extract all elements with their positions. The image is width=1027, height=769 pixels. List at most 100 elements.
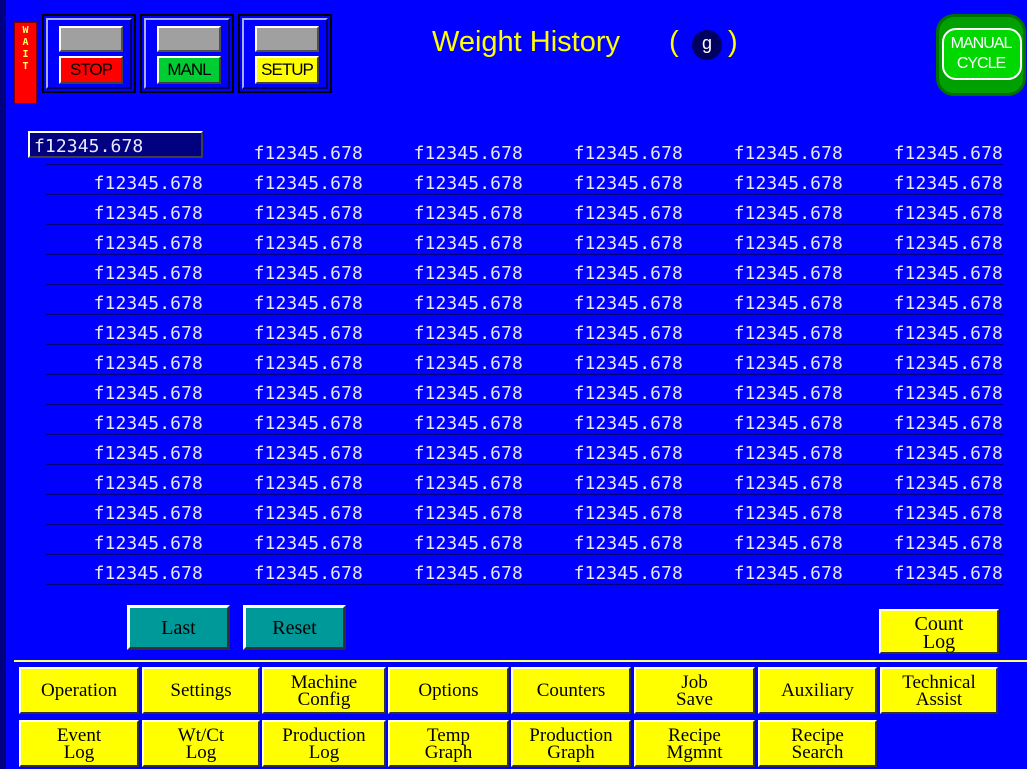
weight-cell[interactable]: f12345.678	[843, 255, 1003, 285]
weight-cell[interactable]: f12345.678	[683, 225, 843, 255]
nav-auxiliary-button[interactable]: Auxiliary	[758, 667, 877, 714]
weight-cell[interactable]: f12345.678	[683, 345, 843, 375]
weight-cell[interactable]: f12345.678	[203, 315, 363, 345]
weight-cell[interactable]: f12345.678	[683, 465, 843, 495]
weight-cell[interactable]: f12345.678	[203, 435, 363, 465]
weight-cell[interactable]: f12345.678	[363, 315, 523, 345]
weight-cell[interactable]: f12345.678	[683, 405, 843, 435]
nav-settings-button[interactable]: Settings	[142, 667, 260, 714]
weight-cell[interactable]: f12345.678	[363, 435, 523, 465]
weight-cell[interactable]: f12345.678	[203, 375, 363, 405]
weight-cell[interactable]: f12345.678	[683, 165, 843, 195]
manual-button[interactable]: MANL	[140, 14, 234, 93]
weight-cell[interactable]: f12345.678	[523, 375, 683, 405]
weight-cell[interactable]: f12345.678	[363, 225, 523, 255]
weight-cell[interactable]: f12345.678	[203, 285, 363, 315]
weight-cell[interactable]: f12345.678	[203, 525, 363, 555]
reset-button[interactable]: Reset	[243, 605, 346, 650]
weight-cell[interactable]: f12345.678	[843, 405, 1003, 435]
weight-cell[interactable]: f12345.678	[843, 165, 1003, 195]
nav-recipe-mgmnt-button[interactable]: Recipe Mgmnt	[634, 720, 755, 767]
nav-production-graph-button[interactable]: Production Graph	[511, 720, 631, 767]
weight-cell[interactable]: f12345.678	[843, 375, 1003, 405]
weight-cell[interactable]: f12345.678	[363, 255, 523, 285]
weight-cell[interactable]: f12345.678	[203, 555, 363, 585]
weight-cell[interactable]: f12345.678	[363, 195, 523, 225]
weight-cell[interactable]: f12345.678	[683, 315, 843, 345]
weight-cell[interactable]: f12345.678	[203, 165, 363, 195]
weight-cell[interactable]: f12345.678	[523, 225, 683, 255]
weight-cell[interactable]: f12345.678	[203, 345, 363, 375]
weight-cell[interactable]: f12345.678	[46, 555, 203, 585]
weight-cell[interactable]: f12345.678	[363, 165, 523, 195]
weight-cell[interactable]: f12345.678	[843, 555, 1003, 585]
weight-cell[interactable]: f12345.678	[363, 495, 523, 525]
weight-cell[interactable]: f12345.678	[46, 435, 203, 465]
weight-cell[interactable]: f12345.678	[523, 345, 683, 375]
weight-cell[interactable]: f12345.678	[523, 255, 683, 285]
weight-cell[interactable]: f12345.678	[523, 525, 683, 555]
weight-cell[interactable]: f12345.678	[523, 165, 683, 195]
weight-cell[interactable]: f12345.678	[363, 525, 523, 555]
weight-cell[interactable]: f12345.678	[683, 435, 843, 465]
weight-cell[interactable]: f12345.678	[46, 465, 203, 495]
weight-cell[interactable]: f12345.678	[363, 135, 523, 165]
weight-cell[interactable]: f12345.678	[843, 135, 1003, 165]
weight-cell[interactable]: f12345.678	[523, 465, 683, 495]
weight-cell[interactable]: f12345.678	[843, 225, 1003, 255]
last-button[interactable]: Last	[127, 605, 230, 650]
nav-production-log-button[interactable]: Production Log	[262, 720, 386, 767]
weight-cell[interactable]: f12345.678	[46, 255, 203, 285]
weight-cell[interactable]: f12345.678	[46, 285, 203, 315]
weight-cell[interactable]: f12345.678	[203, 495, 363, 525]
weight-cell[interactable]: f12345.678	[203, 195, 363, 225]
nav-job-save-button[interactable]: Job Save	[634, 667, 755, 714]
weight-cell[interactable]: f12345.678	[363, 465, 523, 495]
weight-cell[interactable]: f12345.678	[843, 495, 1003, 525]
stop-button[interactable]: STOP	[42, 14, 136, 93]
weight-cell[interactable]: f12345.678	[203, 135, 363, 165]
unit-indicator[interactable]: g	[692, 30, 722, 60]
weight-cell[interactable]: f12345.678	[523, 555, 683, 585]
weight-cell[interactable]: f12345.678	[523, 435, 683, 465]
weight-cell[interactable]: f12345.678	[523, 285, 683, 315]
nav-wt-ct-log-button[interactable]: Wt/Ct Log	[142, 720, 260, 767]
weight-cell[interactable]: f12345.678	[523, 405, 683, 435]
weight-cell[interactable]: f12345.678	[363, 555, 523, 585]
nav-counters-button[interactable]: Counters	[511, 667, 631, 714]
weight-cell[interactable]: f12345.678	[843, 435, 1003, 465]
weight-cell[interactable]: f12345.678	[843, 315, 1003, 345]
weight-cell[interactable]: f12345.678	[46, 495, 203, 525]
weight-cell[interactable]: f12345.678	[363, 285, 523, 315]
weight-cell[interactable]: f12345.678	[46, 345, 203, 375]
weight-cell[interactable]: f12345.678	[843, 195, 1003, 225]
weight-cell[interactable]: f12345.678	[683, 255, 843, 285]
nav-operation-button[interactable]: Operation	[19, 667, 139, 714]
nav-temp-graph-button[interactable]: Temp Graph	[388, 720, 509, 767]
weight-cell[interactable]: f12345.678	[683, 525, 843, 555]
weight-cell[interactable]: f12345.678	[363, 405, 523, 435]
weight-cell[interactable]: f12345.678	[843, 465, 1003, 495]
weight-cell[interactable]: f12345.678	[523, 135, 683, 165]
weight-cell[interactable]: f12345.678	[363, 375, 523, 405]
weight-cell[interactable]: f12345.678	[843, 285, 1003, 315]
setup-button[interactable]: SETUP	[238, 14, 332, 93]
weight-cell[interactable]: f12345.678	[203, 255, 363, 285]
weight-cell[interactable]: f12345.678	[46, 315, 203, 345]
weight-cell[interactable]: f12345.678	[203, 405, 363, 435]
nav-machine-config-button[interactable]: Machine Config	[262, 667, 386, 714]
weight-cell[interactable]: f12345.678	[683, 285, 843, 315]
weight-cell[interactable]: f12345.678	[683, 375, 843, 405]
count-log-button[interactable]: Count Log	[879, 609, 999, 654]
weight-cell[interactable]: f12345.678	[843, 345, 1003, 375]
weight-cell[interactable]: f12345.678	[683, 135, 843, 165]
weight-cell[interactable]: f12345.678	[683, 555, 843, 585]
weight-cell[interactable]: f12345.678	[523, 315, 683, 345]
weight-cell[interactable]: f12345.678	[203, 465, 363, 495]
weight-cell[interactable]: f12345.678	[683, 195, 843, 225]
weight-cell[interactable]: f12345.678	[363, 345, 523, 375]
selected-weight-cell[interactable]: f12345.678	[28, 131, 203, 158]
weight-cell[interactable]: f12345.678	[683, 495, 843, 525]
weight-cell[interactable]: f12345.678	[46, 405, 203, 435]
weight-cell[interactable]: f12345.678	[46, 225, 203, 255]
